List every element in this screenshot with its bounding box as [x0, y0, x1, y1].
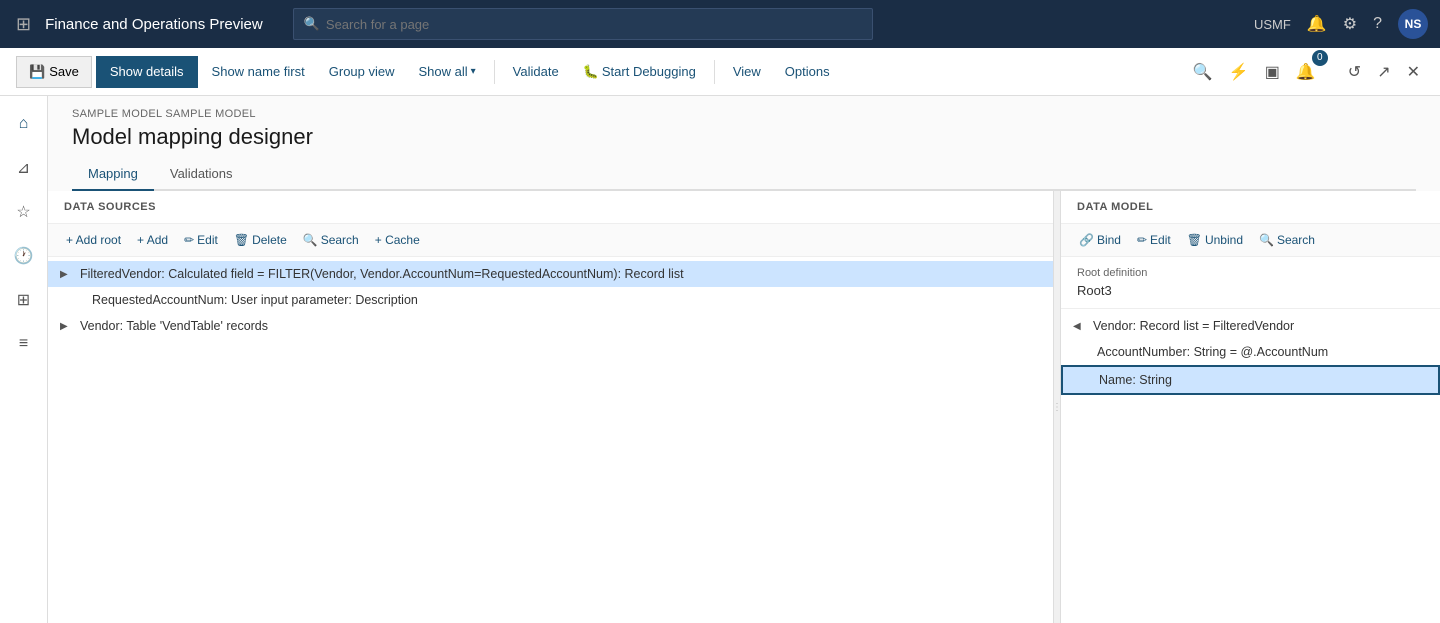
save-icon: 💾: [29, 64, 45, 80]
unbind-icon: 🗑: [1187, 233, 1202, 247]
debug-icon: 🐛: [583, 64, 599, 80]
search-dm-icon: 🔍: [1259, 233, 1274, 247]
chevron-down-icon: ▾: [471, 66, 476, 77]
dm-tree-item-account-number[interactable]: AccountNumber: String = @.AccountNum: [1061, 339, 1440, 365]
avatar[interactable]: NS: [1398, 9, 1428, 39]
data-sources-header: DATA SOURCES: [48, 191, 1053, 224]
data-model-tree: ◀ Vendor: Record list = FilteredVendor A…: [1061, 309, 1440, 623]
options-button[interactable]: Options: [775, 56, 840, 88]
gear-icon[interactable]: ⚙: [1343, 14, 1357, 34]
dm-edit-icon: ✏: [1137, 233, 1147, 247]
dm-tree-item-name-string[interactable]: Name: String: [1061, 365, 1440, 395]
app-grid-icon[interactable]: ⊞: [12, 10, 35, 39]
search-input[interactable]: [326, 17, 862, 32]
add-button[interactable]: + Add: [131, 230, 174, 250]
sidebar-star-icon[interactable]: ☆: [4, 192, 44, 232]
notification-badge: 0: [1312, 50, 1328, 66]
dm-tree-item-vendor[interactable]: ◀ Vendor: Record list = FilteredVendor: [1061, 313, 1440, 339]
toolbar-right: 🔍 ⚡ ▣ 🔔 0 ↺ ↗ ✕: [1189, 58, 1424, 86]
tab-validations[interactable]: Validations: [154, 158, 249, 191]
close-icon[interactable]: ✕: [1403, 58, 1424, 86]
data-model-header: DATA MODEL: [1061, 191, 1440, 224]
cache-button[interactable]: + Cache: [369, 230, 426, 250]
expand-icon-vendor: ▶: [60, 321, 76, 332]
page-title: Model mapping designer: [72, 124, 1416, 150]
save-button[interactable]: 💾 Save: [16, 56, 92, 88]
sidebar-clock-icon[interactable]: 🕐: [4, 236, 44, 276]
data-sources-toolbar: + Add root + Add ✏ Edit 🗑 Delete 🔍 Searc…: [48, 224, 1053, 257]
search-ds-icon: 🔍: [303, 233, 318, 247]
app-title: Finance and Operations Preview: [45, 16, 263, 33]
data-sources-panel: DATA SOURCES + Add root + Add ✏ Edit 🗑 D…: [48, 191, 1054, 623]
sidebar-filter-icon[interactable]: ⊿: [4, 148, 44, 188]
delete-icon: 🗑: [234, 233, 249, 247]
connect-icon[interactable]: ⚡: [1225, 58, 1253, 86]
show-details-button[interactable]: Show details: [96, 56, 198, 88]
bind-button[interactable]: 🔗 Bind: [1073, 230, 1127, 250]
tree-item-vendor[interactable]: ▶ Vendor: Table 'VendTable' records: [48, 313, 1053, 339]
show-all-button[interactable]: Show all ▾: [409, 56, 486, 88]
sidebar-home-icon[interactable]: ⌂: [4, 104, 44, 144]
top-nav-right: USMF 🔔 ⚙ ? NS: [1254, 9, 1428, 39]
validate-button[interactable]: Validate: [503, 56, 569, 88]
root-def-value: Root3: [1077, 283, 1424, 298]
sidebar-table-icon[interactable]: ⊞: [4, 280, 44, 320]
help-icon[interactable]: ?: [1373, 15, 1382, 33]
edit-icon: ✏: [184, 233, 194, 247]
page-header: SAMPLE MODEL SAMPLE MODEL Model mapping …: [48, 96, 1440, 191]
breadcrumb: SAMPLE MODEL SAMPLE MODEL: [72, 108, 1416, 120]
notification-with-badge: 🔔 0: [1292, 58, 1336, 86]
tree-item-requested-account[interactable]: RequestedAccountNum: User input paramete…: [48, 287, 1053, 313]
main-layout: ⌂ ⊿ ☆ 🕐 ⊞ ≡ SAMPLE MODEL SAMPLE MODEL Mo…: [0, 96, 1440, 623]
data-model-toolbar: 🔗 Bind ✏ Edit 🗑 Unbind 🔍 Search: [1061, 224, 1440, 257]
toolbar: 💾 Save Show details Show name first Grou…: [0, 48, 1440, 96]
unbind-button[interactable]: 🗑 Unbind: [1181, 230, 1249, 250]
dm-edit-button[interactable]: ✏ Edit: [1131, 230, 1177, 250]
content-area: SAMPLE MODEL SAMPLE MODEL Model mapping …: [48, 96, 1440, 623]
bell-icon[interactable]: 🔔: [1307, 14, 1327, 34]
bind-icon: 🔗: [1079, 233, 1094, 247]
group-view-button[interactable]: Group view: [319, 56, 405, 88]
start-debugging-button[interactable]: 🐛 Start Debugging: [573, 56, 706, 88]
page-tabs: Mapping Validations: [72, 158, 1416, 191]
show-name-first-button[interactable]: Show name first: [202, 56, 315, 88]
dm-root-definition: Root definition Root3: [1061, 257, 1440, 309]
data-sources-tree: ▶ FilteredVendor: Calculated field = FIL…: [48, 257, 1053, 623]
separator-1: [494, 60, 495, 84]
top-nav: ⊞ Finance and Operations Preview 🔍 USMF …: [0, 0, 1440, 48]
tab-mapping[interactable]: Mapping: [72, 158, 154, 191]
refresh-icon[interactable]: ↺: [1344, 58, 1365, 86]
search-icon-nav: 🔍: [304, 16, 320, 32]
search-ds-button[interactable]: 🔍 Search: [297, 230, 365, 250]
expand-icon-filtered-vendor: ▶: [60, 269, 76, 280]
root-def-label: Root definition: [1077, 267, 1424, 279]
search-bar: 🔍: [293, 8, 873, 40]
data-model-panel: DATA MODEL 🔗 Bind ✏ Edit 🗑 Unbind: [1060, 191, 1440, 623]
dm-expand-icon-vendor: ◀: [1073, 321, 1089, 332]
tree-item-filtered-vendor[interactable]: ▶ FilteredVendor: Calculated field = FIL…: [48, 261, 1053, 287]
main-content: DATA SOURCES + Add root + Add ✏ Edit 🗑 D…: [48, 191, 1440, 623]
delete-button[interactable]: 🗑 Delete: [228, 230, 293, 250]
view-button[interactable]: View: [723, 56, 771, 88]
search-toolbar-icon[interactable]: 🔍: [1189, 58, 1217, 86]
separator-2: [714, 60, 715, 84]
sidebar-list-icon[interactable]: ≡: [4, 324, 44, 364]
layout-icon[interactable]: ▣: [1261, 58, 1284, 86]
edit-button[interactable]: ✏ Edit: [178, 230, 224, 250]
sidebar: ⌂ ⊿ ☆ 🕐 ⊞ ≡: [0, 96, 48, 623]
org-label: USMF: [1254, 17, 1291, 32]
expand-icon[interactable]: ↗: [1373, 58, 1394, 86]
add-root-button[interactable]: + Add root: [60, 230, 127, 250]
search-dm-button[interactable]: 🔍 Search: [1253, 230, 1321, 250]
